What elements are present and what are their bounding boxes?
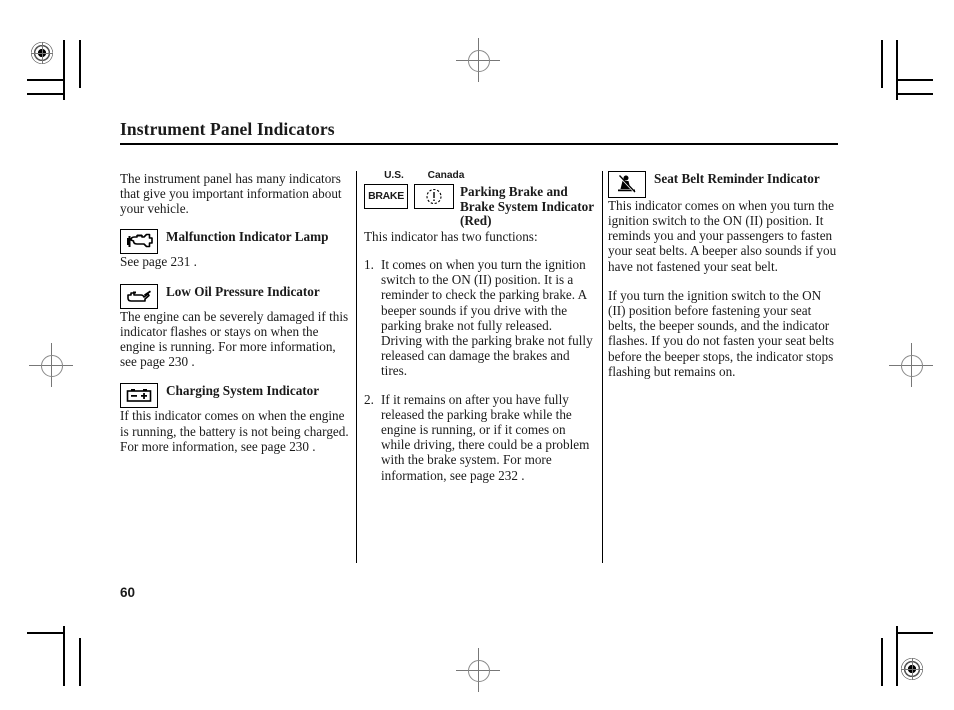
crop-mark-bottom-right-vertical-inner: [896, 626, 898, 686]
region-label-canada: Canada: [427, 169, 465, 181]
crop-mark-bottom-left-horizontal: [27, 632, 64, 634]
brake-icon-label: BRAKE: [368, 190, 404, 203]
region-label-us: U.S.: [384, 169, 404, 181]
indicator-description: See page 231 .: [120, 254, 197, 270]
indicator-description: The engine can be severely damaged if th…: [120, 308, 349, 370]
brake-disc-exclamation-icon: [414, 183, 454, 209]
crop-mark-top-left-vertical-inner: [63, 40, 65, 100]
registration-crosshair-right-center: [889, 343, 933, 387]
brake-us-icon: BRAKE: [364, 183, 408, 209]
seat-belt-paragraph-2: If you turn the ignition switch to the O…: [608, 287, 834, 379]
registration-bullseye-bottom-right: [901, 658, 923, 680]
registration-bullseye-top-left: [31, 42, 53, 64]
indicator-title: Malfunction Indicator Lamp: [166, 229, 329, 245]
title-rule: [120, 143, 838, 145]
indicator-low-oil-pressure: Low Oil Pressure Indicator The engine ca…: [120, 283, 350, 370]
right-column: Seat Belt Reminder Indicator This indica…: [594, 170, 838, 496]
crosshair-circle: [901, 355, 923, 377]
crop-mark-top-right-horizontal-lower: [896, 93, 933, 95]
crop-mark-top-right-vertical-outer: [881, 40, 883, 88]
crop-mark-top-right-horizontal: [896, 79, 933, 81]
crop-mark-bottom-left-vertical-outer: [79, 638, 81, 686]
list-item: 1. It comes on when you turn the ignitio…: [364, 257, 594, 379]
indicator-malfunction-indicator-lamp: Malfunction Indicator Lamp See page 231 …: [120, 229, 350, 269]
page-title: Instrument Panel Indicators: [120, 119, 335, 139]
crop-mark-bottom-right-horizontal: [896, 632, 933, 634]
engine-glyph: [127, 234, 153, 248]
intro-paragraph: The instrument panel has many indicators…: [120, 170, 342, 217]
indicator-title: Seat Belt Reminder Indicator: [654, 170, 820, 186]
indicator-title: Charging System Indicator: [166, 383, 320, 399]
indicator-seat-belt-reminder: Seat Belt Reminder Indicator This indica…: [608, 170, 838, 274]
indicator-title: Parking Brake and Brake System Indicator…: [460, 183, 594, 229]
crosshair-circle: [468, 50, 490, 72]
list-item-number: 2.: [364, 391, 374, 407]
indicator-description: This indicator comes on when you turn th…: [608, 197, 837, 274]
crop-mark-top-right-vertical-inner: [896, 40, 898, 100]
crosshair-circle: [468, 660, 490, 682]
brake-icon-group: BRAKE: [364, 183, 454, 209]
parking-brake-intro: This indicator has two functions:: [364, 228, 538, 244]
crop-mark-bottom-left-vertical-inner: [63, 626, 65, 686]
low-oil-pressure-icon: [120, 283, 158, 309]
region-label-row: U.S. Canada: [364, 169, 594, 181]
indicator-title: Low Oil Pressure Indicator: [166, 283, 320, 299]
battery-glyph: [126, 389, 152, 403]
indicator-description: If this indicator comes on when the engi…: [120, 408, 349, 454]
three-column-layout: The instrument panel has many indicators…: [120, 169, 838, 563]
seat-belt-reminder-icon: [608, 170, 646, 198]
parking-brake-function-list: 1. It comes on when you turn the ignitio…: [364, 257, 594, 483]
crop-mark-top-left-vertical-outer: [79, 40, 81, 88]
list-item-text: It comes on when you turn the ignition s…: [381, 256, 593, 379]
charging-system-icon: [120, 383, 158, 409]
list-item: 2. If it remains on after you have fully…: [364, 392, 594, 483]
seated-person-belt-glyph: [618, 175, 636, 193]
parking-brake-indicator-header: BRAKE Parking Brake and Brake System Ind…: [364, 183, 594, 229]
list-item-number: 1.: [364, 256, 374, 272]
registration-crosshair-top-center: [456, 38, 500, 82]
crop-mark-top-left-horizontal-lower: [27, 93, 64, 95]
list-item-text: If it remains on after you have fully re…: [381, 391, 590, 483]
middle-column: U.S. Canada BRAKE Parking Brake and Brak…: [350, 169, 594, 496]
brake-disc-glyph: [426, 188, 442, 205]
oil-can-glyph: [127, 290, 151, 302]
manual-page: Instrument Panel Indicators The instrume…: [120, 119, 838, 563]
registration-crosshair-bottom-center: [456, 648, 500, 692]
crosshair-circle: [41, 355, 63, 377]
malfunction-indicator-lamp-icon: [120, 229, 158, 255]
page-number: 60: [120, 585, 136, 600]
crop-mark-top-left-horizontal: [27, 79, 64, 81]
registration-crosshair-left-center: [29, 343, 73, 387]
indicator-charging-system: Charging System Indicator If this indica…: [120, 383, 350, 454]
left-column: The instrument panel has many indicators…: [120, 171, 350, 496]
crop-mark-bottom-right-vertical-outer: [881, 638, 883, 686]
